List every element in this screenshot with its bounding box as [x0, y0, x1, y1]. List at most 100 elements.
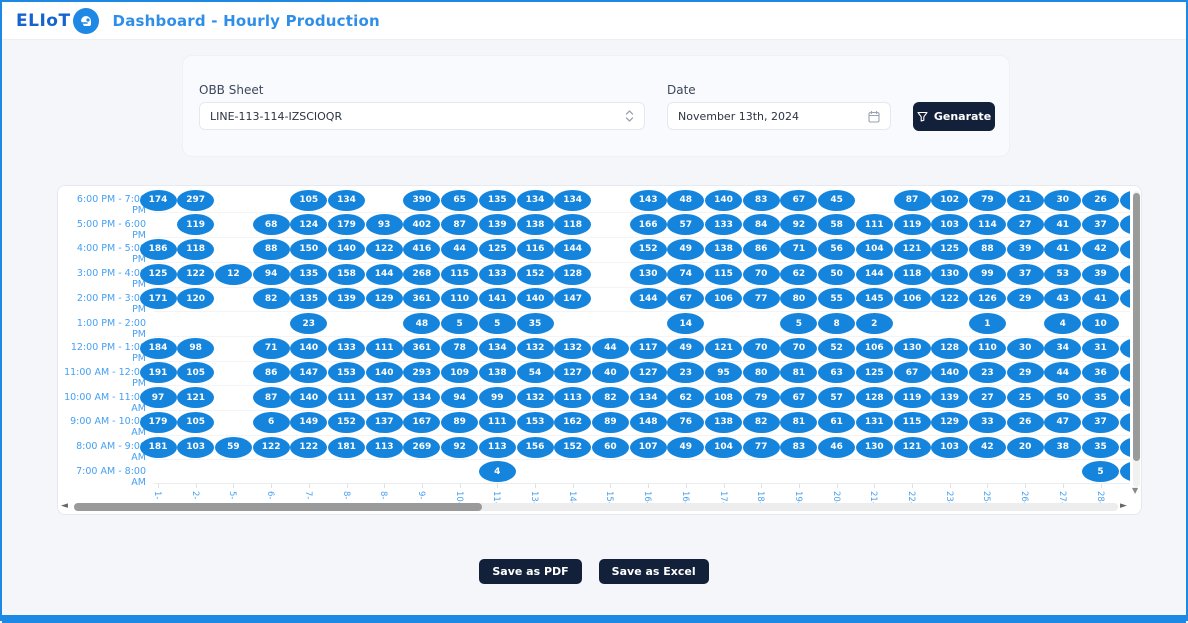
production-bubble: 140 [290, 338, 327, 359]
save-as-pdf-button[interactable]: Save as PDF [479, 559, 581, 584]
production-bubble: 113 [366, 437, 403, 458]
production-bubble: 139 [328, 288, 365, 309]
row-separator-line [154, 459, 1130, 460]
production-bubble: 115 [894, 412, 931, 433]
vscroll-down-arrow-icon[interactable]: ▼ [1132, 486, 1138, 495]
production-bubble: 153 [328, 362, 365, 383]
time-range-label: 1:00 PM - 2:00 PM [60, 318, 146, 340]
production-bubble-clipped [1120, 239, 1130, 260]
production-bubble: 140 [931, 362, 968, 383]
production-bubble: 132 [554, 338, 591, 359]
production-bubble: 71 [780, 239, 817, 260]
production-bubble: 80 [743, 362, 780, 383]
production-bubble: 26 [1082, 190, 1119, 211]
production-bubble: 68 [253, 214, 290, 235]
production-bubble: 14 [667, 313, 704, 334]
production-bubble: 103 [177, 437, 214, 458]
save-as-excel-button[interactable]: Save as Excel [599, 559, 709, 584]
production-bubble: 171 [140, 288, 177, 309]
production-bubble: 109 [441, 362, 478, 383]
production-bubble: 67 [780, 190, 817, 211]
production-bubble: 111 [479, 412, 516, 433]
production-bubble: 122 [290, 437, 327, 458]
production-bubble: 166 [630, 214, 667, 235]
production-bubble: 26 [1007, 412, 1044, 433]
production-bubble: 41 [1082, 288, 1119, 309]
x-axis-tick [724, 484, 725, 488]
production-bubble: 78 [441, 338, 478, 359]
production-bubble: 5 [479, 313, 516, 334]
production-bubble: 140 [517, 288, 554, 309]
obb-sheet-value: LINE-113-114-IZSCIOQR [210, 110, 625, 123]
production-bubble: 45 [818, 190, 855, 211]
hscroll-right-arrow-icon[interactable]: ► [1120, 500, 1127, 512]
production-bubble: 55 [818, 288, 855, 309]
production-bubble: 361 [403, 288, 440, 309]
production-bubble-clipped [1120, 338, 1130, 359]
row-separator-line [154, 262, 1130, 263]
production-bubble: 139 [479, 214, 516, 235]
production-bubble: 162 [554, 412, 591, 433]
production-bubble: 119 [894, 214, 931, 235]
production-bubble-clipped [1120, 288, 1130, 309]
production-bubble: 52 [818, 338, 855, 359]
production-bubble: 390 [403, 190, 440, 211]
obb-sheet-select[interactable]: LINE-113-114-IZSCIOQR [199, 102, 645, 130]
production-bubble: 152 [630, 239, 667, 260]
production-bubble: 174 [140, 190, 177, 211]
production-bubble: 1 [969, 313, 1006, 334]
production-bubble: 125 [479, 239, 516, 260]
row-separator-line [154, 237, 1130, 238]
production-bubble: 65 [441, 190, 478, 211]
generate-button-label: Genarate [934, 110, 991, 123]
horizontal-scrollbar-thumb[interactable] [74, 503, 482, 511]
production-bubble: 60 [592, 437, 629, 458]
production-bubble: 103 [931, 437, 968, 458]
production-bubble: 140 [705, 190, 742, 211]
production-bubble: 269 [403, 437, 440, 458]
production-bubble: 57 [818, 387, 855, 408]
production-bubble: 83 [743, 190, 780, 211]
production-bubble-clipped [1120, 412, 1130, 433]
hourly-production-chart-card: 6:00 PM - 7:00 PM17429710513439065135134… [57, 185, 1142, 515]
time-range-label: 12:00 PM - 1:00 PM [60, 342, 146, 364]
production-bubble: 156 [517, 437, 554, 458]
production-bubble: 59 [215, 437, 252, 458]
bottom-accent-bar [2, 615, 1186, 623]
production-bubble: 118 [894, 264, 931, 285]
production-bubble: 33 [969, 412, 1006, 433]
production-bubble: 70 [743, 264, 780, 285]
x-axis-tick [384, 484, 385, 488]
production-bubble: 41 [1044, 239, 1081, 260]
production-bubble: 50 [818, 264, 855, 285]
production-bubble-clipped [1120, 214, 1130, 235]
vertical-scrollbar-thumb[interactable] [1133, 193, 1140, 461]
production-bubble: 152 [328, 412, 365, 433]
x-axis-line [154, 483, 1130, 484]
production-bubble: 104 [856, 239, 893, 260]
generate-button[interactable]: Genarate [913, 102, 995, 131]
production-bubble: 8 [818, 313, 855, 334]
production-bubble: 62 [780, 264, 817, 285]
production-bubble: 49 [667, 239, 704, 260]
app-header: ELIoT Dashboard - Hourly Production [2, 2, 1186, 40]
production-bubble: 181 [328, 437, 365, 458]
production-bubble: 120 [177, 288, 214, 309]
production-bubble: 83 [780, 437, 817, 458]
production-bubble: 153 [517, 412, 554, 433]
production-bubble: 130 [630, 264, 667, 285]
production-bubble: 402 [403, 214, 440, 235]
production-bubble: 82 [592, 387, 629, 408]
production-bubble: 134 [403, 387, 440, 408]
date-input[interactable]: November 13th, 2024 [667, 102, 891, 130]
time-range-label: 11:00 AM - 12:00 PM [60, 367, 146, 389]
production-bubble: 27 [969, 387, 1006, 408]
x-axis-tick [196, 484, 197, 488]
production-bubble: 4 [479, 461, 516, 482]
production-bubble: 361 [403, 338, 440, 359]
hscroll-left-arrow-icon[interactable]: ◄ [61, 500, 68, 512]
production-bubble: 89 [441, 412, 478, 433]
production-bubble: 111 [366, 338, 403, 359]
production-bubble: 125 [140, 264, 177, 285]
production-bubble: 39 [1082, 264, 1119, 285]
